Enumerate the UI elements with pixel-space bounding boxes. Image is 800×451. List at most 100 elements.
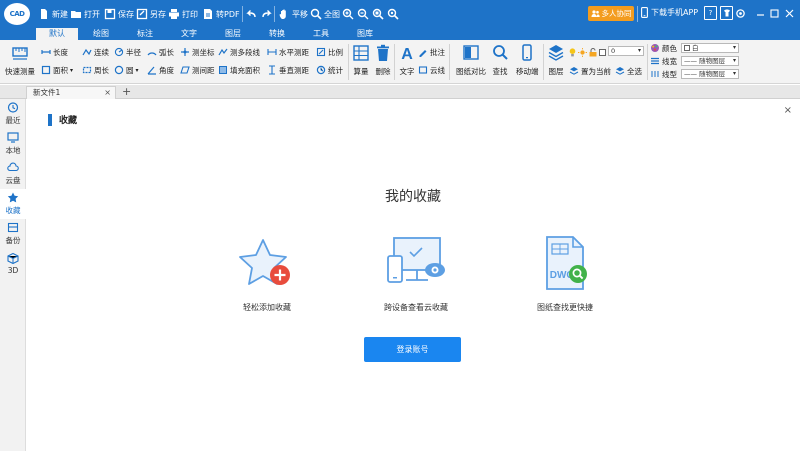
radius-button[interactable]: 半径 <box>114 46 141 58</box>
set-current-button[interactable]: 置为当前 <box>569 65 611 77</box>
tab-library[interactable]: 图库 <box>344 28 386 40</box>
new-button[interactable]: 新建 <box>38 6 68 22</box>
perimeter-button[interactable]: 周长 <box>82 64 109 76</box>
sidebar-item-recent[interactable]: 最近 <box>0 99 26 129</box>
perimeter-icon <box>82 66 92 74</box>
app-logo: CAD <box>4 3 30 25</box>
minimize-button[interactable] <box>754 6 767 20</box>
measure-area-button[interactable]: 测间距 <box>180 64 215 76</box>
add-tab-button[interactable]: + <box>122 85 131 99</box>
pdf-icon <box>204 9 212 19</box>
undo-button[interactable] <box>246 6 258 22</box>
collab-button[interactable]: 多人协同 <box>588 6 634 21</box>
tab-layer[interactable]: 图层 <box>212 28 254 40</box>
layer-current-icon <box>569 67 579 75</box>
cloud-line-button[interactable]: 云线 <box>418 64 445 76</box>
area-icon <box>41 65 51 75</box>
linewidth-label: 线宽 <box>650 55 677 67</box>
quick-measure-button[interactable]: 快速测量 <box>5 43 35 77</box>
horizontal-distance-button[interactable]: 水平测距 <box>267 46 309 58</box>
download-app-link[interactable]: 下载手机APP <box>641 7 698 18</box>
continuous-button[interactable]: 连续 <box>82 46 109 58</box>
sun-icon <box>578 47 587 57</box>
full-view-button[interactable]: 全图 <box>310 6 340 22</box>
undo-icon <box>246 10 256 18</box>
tab-convert[interactable]: 转换 <box>256 28 298 40</box>
open-button[interactable]: 打开 <box>70 6 100 22</box>
tab-tools[interactable]: 工具 <box>300 28 342 40</box>
close-tab-icon[interactable]: × <box>104 87 111 99</box>
tab-text[interactable]: 文字 <box>168 28 210 40</box>
save-as-button[interactable]: 另存 <box>136 6 166 22</box>
section-title: 收藏 <box>48 113 77 126</box>
delete-button[interactable]: 删除 <box>374 43 392 77</box>
layer-button[interactable]: 图层 <box>547 43 565 77</box>
cube-icon <box>7 253 19 264</box>
gear-icon <box>736 8 745 18</box>
feature-add-favorites: 轻松添加收藏 <box>202 234 332 313</box>
sidebar-item-favorites[interactable]: 收藏 <box>0 189 26 219</box>
sidebar-item-backup[interactable]: 备份 <box>0 219 26 249</box>
devices-icon <box>387 237 445 283</box>
separator <box>348 44 349 80</box>
zoom-window-button[interactable] <box>372 6 384 22</box>
white-swatch <box>684 45 690 51</box>
area-button[interactable]: 面积 ▾ <box>41 64 73 76</box>
length-button[interactable]: 长度 <box>41 46 68 58</box>
print-button[interactable]: 打印 <box>168 6 198 22</box>
polyline-button[interactable]: 测多段线 <box>218 46 260 58</box>
note-icon <box>419 50 427 57</box>
feedback-button[interactable] <box>720 6 733 20</box>
sidebar-item-3d[interactable]: 3D <box>0 249 26 279</box>
clock-icon <box>7 102 19 113</box>
note-button[interactable]: 批注 <box>418 46 445 58</box>
linewidth-select[interactable]: —— 随物图层 ▾ <box>681 56 739 66</box>
maximize-button[interactable] <box>768 6 781 20</box>
to-pdf-button[interactable]: 转PDF <box>202 6 240 22</box>
mobile-button[interactable]: 移动端 <box>516 43 539 77</box>
zoom-in-button[interactable] <box>342 6 354 22</box>
document-tabs: 新文件1 × + <box>0 85 800 99</box>
vertical-distance-button[interactable]: 垂直测距 <box>267 64 309 76</box>
angle-button[interactable]: 角度 <box>147 64 174 76</box>
fill-area-button[interactable]: 填充面积 <box>218 64 260 76</box>
arc-length-button[interactable]: 弧长 <box>147 46 174 58</box>
tab-default[interactable]: 默认 <box>36 28 78 40</box>
linetype-select[interactable]: —— 随物图层 ▾ <box>681 69 739 79</box>
scale-button[interactable]: 比例 <box>316 46 343 58</box>
layer-state-icons[interactable] <box>569 46 606 58</box>
help-button[interactable]: ? <box>704 6 717 20</box>
close-panel-button[interactable]: × <box>784 105 792 116</box>
coordinate-button[interactable]: 测坐标 <box>180 46 215 58</box>
calc-button[interactable]: 算量 <box>352 43 370 77</box>
title-bar: CAD 新建 打开 保存 另存 打印 转PDF 平移 全图 多人协同 下载手机A… <box>0 0 800 28</box>
redo-icon <box>262 10 272 18</box>
text-button[interactable]: A 文字 <box>398 43 416 77</box>
document-tab[interactable]: 新文件1 × <box>26 86 116 99</box>
close-window-button[interactable] <box>783 6 796 20</box>
login-button[interactable]: 登录账号 <box>364 337 461 362</box>
sidebar-item-cloud[interactable]: 云盘 <box>0 159 26 189</box>
tab-annotate[interactable]: 标注 <box>124 28 166 40</box>
save-as-icon <box>136 8 148 20</box>
coordinate-icon <box>181 48 189 56</box>
sidebar-item-local[interactable]: 本地 <box>0 129 26 159</box>
arc-length-icon <box>147 52 157 56</box>
circle-button[interactable]: 圆 ▾ <box>114 64 139 76</box>
zoom-out-button[interactable] <box>357 6 369 22</box>
sidebar: 最近 本地 云盘 收藏 备份 3D <box>0 99 26 451</box>
layer-color-swatch <box>599 48 606 56</box>
layer-select[interactable]: 0 ▾ <box>608 46 644 56</box>
tab-draw[interactable]: 绘图 <box>80 28 122 40</box>
select-all-button[interactable]: 全选 <box>615 65 642 77</box>
save-button[interactable]: 保存 <box>104 6 134 22</box>
settings-button[interactable] <box>734 6 747 20</box>
pan-button[interactable]: 平移 <box>278 6 308 22</box>
redo-button[interactable] <box>260 6 272 22</box>
find-button[interactable]: 查找 <box>491 43 509 77</box>
zoom-realtime-button[interactable] <box>387 6 399 22</box>
zoom-window-icon <box>372 8 384 20</box>
color-select[interactable]: 白 ▾ <box>681 43 739 53</box>
compare-button[interactable]: 图纸对比 <box>456 43 486 77</box>
statistics-button[interactable]: 统计 <box>316 64 343 76</box>
